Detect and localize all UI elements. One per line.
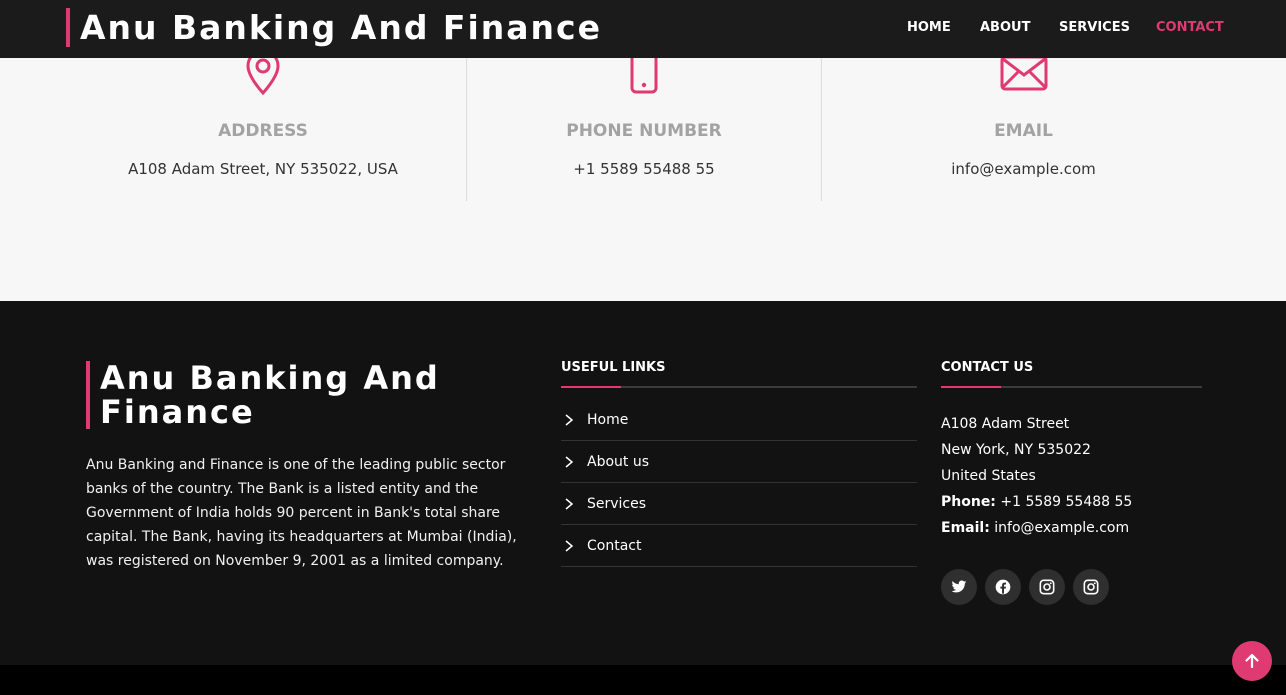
footer-link-label: Home [587,412,629,428]
site-header: Anu Banking And Finance HOME ABOUT SERVI… [0,0,1286,58]
contact-info-section: ADDRESS A108 Adam Street, NY 535022, USA… [0,48,1286,301]
footer-link-label: Contact [587,538,642,554]
contact-email-line: Email: info@example.com [941,515,1211,541]
useful-links-divider [561,386,917,388]
footer-link-about[interactable]: About us [561,441,917,483]
footer-bottom-bar [0,665,1286,695]
info-value: +1 5589 55488 55 [573,160,715,178]
back-to-top-button[interactable] [1232,641,1272,681]
footer-logo: Anu Banking And Finance [86,361,506,429]
instagram-icon[interactable] [1073,569,1109,605]
footer-link-services[interactable]: Services [561,483,917,525]
info-value: A108 Adam Street, NY 535022, USA [128,160,398,178]
contact-city: New York, NY 535022 [941,442,1091,458]
contact-email-label: Email: [941,520,990,536]
footer-link-label: About us [587,454,650,470]
contact-phone: +1 5589 55488 55 [1000,494,1133,510]
instagram-icon[interactable] [1029,569,1065,605]
footer-contact-details: A108 Adam Street New York, NY 535022 Uni… [941,411,1211,541]
nav-about[interactable]: ABOUT [980,20,1030,36]
footer-logo-text: Anu Banking And Finance [100,359,440,431]
nav-contact[interactable]: CONTACT [1156,20,1224,36]
contact-email[interactable]: info@example.com [994,520,1129,536]
site-footer: Anu Banking And Finance Anu Banking and … [0,301,1286,665]
footer-link-contact[interactable]: Contact [561,525,917,567]
twitter-icon[interactable] [941,569,977,605]
site-logo[interactable]: Anu Banking And Finance [66,8,602,47]
contact-phone-label: Phone: [941,494,996,510]
info-title: EMAIL [994,121,1053,141]
footer-link-home[interactable]: Home [561,399,917,441]
useful-links-list: Home About us Services Contact [561,399,917,567]
info-phone: PHONE NUMBER +1 5589 55488 55 [466,48,821,201]
contact-us-divider [941,386,1202,388]
nav-home[interactable]: HOME [907,20,951,36]
chevron-right-icon [565,540,574,552]
arrow-up-icon [1245,653,1259,669]
useful-links-heading: USEFUL LINKS [561,360,666,375]
info-title: ADDRESS [218,121,308,141]
footer-link-label: Services [587,496,647,512]
info-email: EMAIL info@example.com [821,55,1225,201]
contact-street: A108 Adam Street [941,416,1070,432]
info-title: PHONE NUMBER [566,121,722,141]
chevron-right-icon [565,414,574,426]
footer-about-text: Anu Banking and Finance is one of the le… [86,457,517,569]
contact-phone-line: Phone: +1 5589 55488 55 [941,489,1211,515]
nav-services[interactable]: SERVICES [1059,20,1130,36]
chevron-right-icon [565,498,574,510]
site-logo-text: Anu Banking And Finance [80,8,602,47]
info-address: ADDRESS A108 Adam Street, NY 535022, USA [84,49,442,201]
info-value[interactable]: info@example.com [822,159,1225,179]
chevron-right-icon [565,456,574,468]
contact-country: United States [941,468,1036,484]
social-links [941,569,1109,605]
contact-us-heading: CONTACT US [941,360,1034,375]
facebook-icon[interactable] [985,569,1021,605]
